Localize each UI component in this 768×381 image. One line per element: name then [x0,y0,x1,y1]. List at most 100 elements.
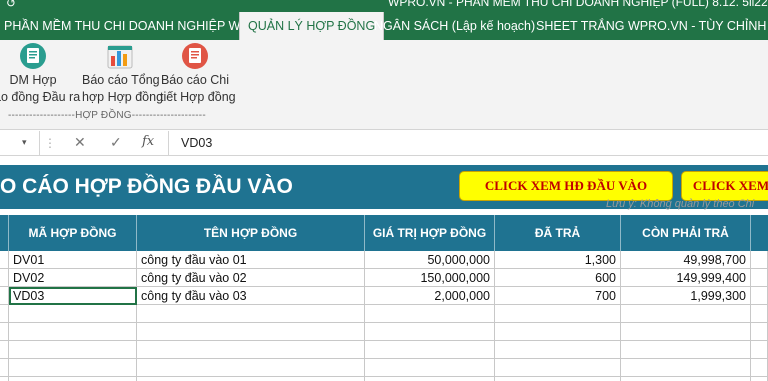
row-extra-cell[interactable] [751,287,768,305]
document-teal-icon [20,43,46,69]
cell-con-phai-tra[interactable]: 49,998,700 [621,251,751,269]
row-extra-cell[interactable] [751,251,768,269]
table-header: MÃ HỢP ĐỒNG TÊN HỢP ĐỒNG GIÁ TRỊ HỢP ĐỒN… [0,215,768,251]
cancel-icon[interactable]: ✕ [74,134,86,151]
header-ten-hop-dong: TÊN HỢP ĐỒNG [137,215,365,251]
header-con-phai-tra: CÒN PHẢI TRẢ [621,215,751,251]
header-da-tra: ĐÃ TRẢ [495,215,621,251]
cell-da-tra[interactable]: 1,300 [495,251,621,269]
table-row [0,377,768,381]
view-input-contracts-button[interactable]: CLICK XEM HĐ ĐẦU VÀO [459,171,673,201]
cell-ma-hop-dong[interactable]: DV02 [9,269,137,287]
cell-da-tra[interactable] [495,323,621,341]
row-spacer-cell[interactable] [0,251,9,269]
formula-input[interactable]: VD03 [168,131,768,156]
cell-ma-hop-dong[interactable]: DV01 [9,251,137,269]
tab-quan-ly-hop-dong[interactable]: QUẢN LÝ HỢP ĐỒNG [239,12,385,40]
cell-da-tra[interactable]: 600 [495,269,621,287]
cell-gia-tri[interactable]: 2,000,000 [365,287,495,305]
cell-gia-tri[interactable] [365,305,495,323]
formula-bar-grip-icon: ⋮ [44,136,56,150]
table-row: DV01 công ty đầu vào 01 50,000,000 1,300 49,… [0,251,768,269]
cell-ten-hop-dong[interactable]: công ty đầu vào 03 [137,287,365,305]
cell-gia-tri[interactable]: 150,000,000 [365,269,495,287]
row-spacer-cell[interactable] [0,323,9,341]
bar-chart-icon [107,45,133,69]
row-extra-cell[interactable] [751,305,768,323]
cell-ten-hop-dong[interactable] [137,305,365,323]
worksheet: O CÁO HỢP ĐỒNG ĐẦU VÀO CLICK XEM HĐ ĐẦU … [0,157,768,381]
cell-con-phai-tra[interactable] [621,377,751,381]
cell-ten-hop-dong[interactable] [137,377,365,381]
cell-da-tra[interactable] [495,341,621,359]
row-spacer-cell[interactable] [0,341,9,359]
row-spacer-cell[interactable] [0,305,9,323]
excel-window: ↺ WPRO.VN - PHẦN MỀM THU CHI DOANH NGHIỆ… [0,0,768,381]
bao-cao-tong-hop-label-2: hợp Hợp đồng [82,90,164,104]
insert-function-icon[interactable]: fx [142,134,154,149]
cell-ten-hop-dong[interactable] [137,341,365,359]
cell-da-tra[interactable] [495,359,621,377]
dm-hop-dong-label-2: áo đồng Đầu ra [0,90,81,104]
cell-ma-hop-dong[interactable] [9,359,137,377]
enter-icon[interactable]: ✓ [110,134,122,151]
report-title: O CÁO HỢP ĐỒNG ĐẦU VÀO [0,175,293,198]
cell-da-tra[interactable] [495,305,621,323]
tab-ngan-sach[interactable]: NGÂN SÁCH (Lập kế hoạch) [374,12,535,40]
data-grid: DV01 công ty đầu vào 01 50,000,000 1,300 49,… [0,251,768,381]
cell-ten-hop-dong[interactable]: công ty đầu vào 01 [137,251,365,269]
dm-hop-dong-dau-ra-button[interactable]: DM Hợp áo đồng Đầu ra [0,42,81,106]
cell-con-phai-tra[interactable] [621,341,751,359]
bao-cao-chi-tiet-button[interactable]: Báo cáo Chi tiết Hợp đồng [160,42,236,106]
tab-phan-mem-thu-chi[interactable]: PHẦN MỀM THU CHI DOANH NGHIỆP WPRO [4,12,267,40]
dm-hop-dong-label-1: DM Hợp [9,73,57,87]
header-extra [751,215,768,251]
cell-ma-hop-dong[interactable] [9,377,137,381]
cell-gia-tri[interactable] [365,341,495,359]
cell-ma-hop-dong[interactable]: VD03 [9,287,137,305]
cell-gia-tri[interactable]: 50,000,000 [365,251,495,269]
cell-con-phai-tra[interactable] [621,323,751,341]
table-row: VD03 công ty đầu vào 03 2,000,000 700 1,999,… [0,287,768,305]
row-spacer-cell[interactable] [0,287,9,305]
cell-gia-tri[interactable] [365,359,495,377]
table-row [0,341,768,359]
cell-ten-hop-dong[interactable] [137,323,365,341]
cell-con-phai-tra[interactable] [621,305,751,323]
cell-con-phai-tra[interactable]: 1,999,300 [621,287,751,305]
tab-sheet-trang[interactable]: SHEET TRẮNG [536,12,624,40]
formula-value: VD03 [181,136,213,150]
cell-con-phai-tra[interactable]: 149,999,400 [621,269,751,287]
row-spacer-cell[interactable] [0,359,9,377]
cell-da-tra[interactable] [495,377,621,381]
quick-access-icon[interactable]: ↺ [6,0,16,10]
cell-gia-tri[interactable] [365,323,495,341]
tab-wpro-tuy-chinh[interactable]: WPRO.VN - TÙY CHỈNH [628,12,766,40]
ribbon-panel: DM Hợp áo đồng Đầu ra Báo cáo Tổng hợp H… [0,40,768,130]
bao-cao-tong-hop-button[interactable]: Báo cáo Tổng hợp Hợp đồng [82,42,164,106]
window-title: WPRO.VN - PHẦN MỀM THU CHI DOANH NGHIỆP … [388,0,768,9]
row-extra-cell[interactable] [751,341,768,359]
cell-da-tra[interactable]: 700 [495,287,621,305]
row-spacer-cell[interactable] [0,377,9,381]
table-row [0,359,768,377]
row-extra-cell[interactable] [751,269,768,287]
cell-ten-hop-dong[interactable]: công ty đầu vào 02 [137,269,365,287]
name-box[interactable]: ▾ [0,131,40,156]
row-spacer-cell[interactable] [0,269,9,287]
chevron-down-icon[interactable]: ▾ [22,137,27,148]
cell-ma-hop-dong[interactable] [9,305,137,323]
ribbon-group-label: -------------------HỢP ĐỒNG-------------… [8,110,206,121]
cell-gia-tri[interactable] [365,377,495,381]
row-extra-cell[interactable] [751,377,768,381]
cell-ma-hop-dong[interactable] [9,341,137,359]
cell-ma-hop-dong[interactable] [9,323,137,341]
table-row: DV02 công ty đầu vào 02 150,000,000 600 149,… [0,269,768,287]
row-extra-cell[interactable] [751,323,768,341]
bao-cao-chi-tiet-label-1: Báo cáo Chi [160,73,230,87]
view-contracts-button[interactable]: CLICK XEM [681,171,768,201]
cell-con-phai-tra[interactable] [621,359,751,377]
document-red-icon [182,43,208,69]
cell-ten-hop-dong[interactable] [137,359,365,377]
row-extra-cell[interactable] [751,359,768,377]
